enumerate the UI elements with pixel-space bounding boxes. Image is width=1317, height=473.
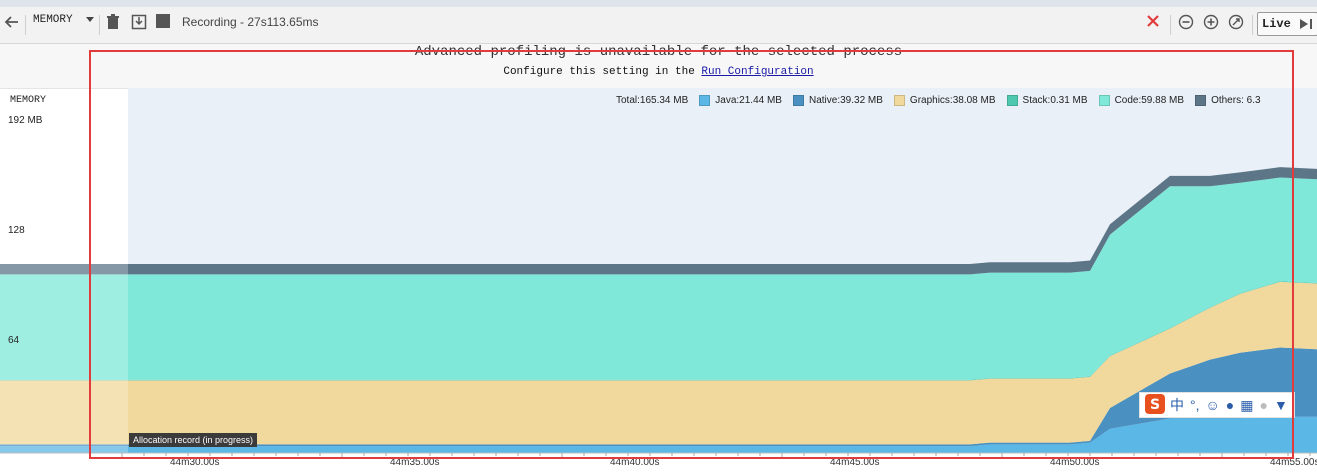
allocation-record-tooltip: Allocation record (in progress) — [129, 433, 258, 447]
pre-recording-overlay — [0, 88, 128, 453]
punctuation-icon[interactable]: °, — [1190, 397, 1200, 413]
legend-swatch — [1006, 95, 1018, 106]
sogou-logo-icon: S — [1145, 393, 1165, 417]
profiling-unavailable-banner: Advanced profiling is unavailable for th… — [0, 44, 1317, 89]
x-tick-label: 44m30.00s — [170, 457, 219, 468]
x-tick-label: 44m40.00s — [610, 457, 659, 468]
reset-zoom-icon — [1228, 14, 1244, 30]
legend-swatch — [1195, 95, 1207, 106]
monitor-select-value: MEMORY — [33, 14, 73, 26]
user-icon[interactable]: ● — [1260, 397, 1268, 413]
play-to-end-icon — [1299, 18, 1313, 30]
y-tick-label: 128 — [8, 225, 25, 236]
skin-icon[interactable]: ▼ — [1274, 397, 1288, 413]
delete-button[interactable] — [106, 14, 120, 30]
zoom-out-icon — [1178, 14, 1194, 30]
memory-chart-svg: 44m30.00s 44m35.00s 44m40.00s 44m45.00s 44m5… — [0, 88, 1317, 468]
svg-text:S: S — [1150, 397, 1160, 413]
ime-chinese-mode[interactable]: 中 — [1170, 395, 1184, 415]
export-button[interactable] — [131, 14, 147, 30]
chevron-down-icon — [85, 16, 95, 24]
legend-stack: Stack:0.31 MB — [1022, 95, 1088, 106]
legend-swatch — [792, 95, 804, 106]
monitor-select[interactable]: MEMORY — [33, 14, 95, 26]
keyboard-icon[interactable]: ▦ — [1240, 397, 1253, 414]
arrow-left-icon — [4, 14, 20, 30]
legend-total: Total:165.34 MB — [616, 95, 689, 106]
stop-icon — [156, 14, 170, 28]
banner-config-line: Configure this setting in the Run Config… — [0, 66, 1317, 78]
recording-label: Recording - 27s113.65ms — [182, 15, 319, 29]
banner-config-prefix: Configure this setting in the — [503, 66, 695, 78]
close-button[interactable] — [1146, 14, 1160, 28]
x-tick-label: 44m55.00s — [1270, 457, 1317, 468]
download-icon — [131, 14, 147, 30]
profiler-toolbar: MEMORY Recording - 27s113.65ms Live — [0, 0, 1317, 44]
zoom-out-button[interactable] — [1178, 14, 1194, 30]
ime-toolbar: S 中 °, ☺ ● ▦ ● ▼ — [1139, 392, 1295, 418]
x-tick-label: 44m35.00s — [390, 457, 439, 468]
live-button[interactable]: Live — [1257, 12, 1317, 36]
legend-java: Java:21.44 MB — [715, 95, 782, 106]
reset-zoom-button[interactable] — [1228, 14, 1244, 30]
chart-title: MEMORY — [10, 95, 47, 106]
legend-swatch — [1098, 95, 1110, 106]
legend-code: Code:59.88 MB — [1114, 95, 1185, 106]
run-configuration-link[interactable]: Run Configuration — [701, 66, 813, 78]
live-label: Live — [1262, 17, 1291, 31]
legend-native: Native:39.32 MB — [808, 95, 883, 106]
zoom-in-button[interactable] — [1203, 14, 1219, 30]
legend-swatch — [699, 95, 711, 106]
close-icon — [1146, 14, 1160, 28]
zoom-in-icon — [1203, 14, 1219, 30]
x-tick-label: 44m45.00s — [830, 457, 879, 468]
stop-recording-button[interactable] — [156, 14, 170, 28]
banner-message: Advanced profiling is unavailable for th… — [414, 44, 903, 60]
emoji-icon[interactable]: ☺ — [1206, 397, 1220, 413]
legend-others: Others: 6.3 — [1211, 95, 1261, 106]
legend-graphics: Graphics:38.08 MB — [909, 95, 996, 106]
chart-legend: Total:165.34 MB Java:21.44 MB Native:39.… — [616, 95, 1261, 106]
microphone-icon[interactable]: ● — [1226, 397, 1234, 413]
trash-icon — [106, 14, 120, 30]
y-tick-label: 192 MB — [8, 115, 43, 126]
memory-chart: 44m30.00s 44m35.00s 44m40.00s 44m45.00s 44m5… — [0, 88, 1317, 470]
legend-swatch — [893, 95, 905, 106]
back-button[interactable] — [4, 14, 20, 30]
x-tick-label: 44m50.00s — [1050, 457, 1099, 468]
y-tick-label: 64 — [8, 335, 20, 346]
